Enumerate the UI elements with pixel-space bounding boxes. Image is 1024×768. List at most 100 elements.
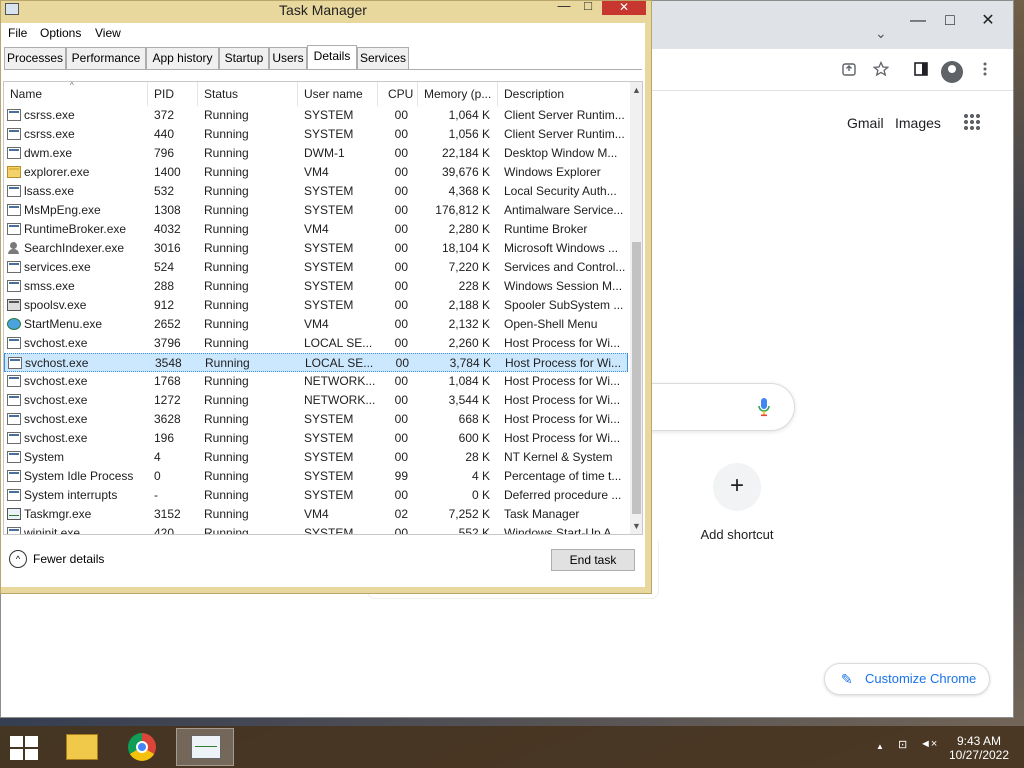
tab-app-history[interactable]: App history — [146, 47, 219, 69]
cell-description: Local Security Auth... — [504, 184, 617, 198]
table-row[interactable]: MsMpEng.exe 1308 Running SYSTEM 00 176,812 K A… — [4, 201, 628, 220]
table-row[interactable]: svchost.exe 3548 Running LOCAL SE... 00 3,784… — [4, 353, 628, 372]
google-apps-icon[interactable] — [963, 113, 981, 131]
maximize-button[interactable]: □ — [577, 0, 599, 15]
cell-description: Host Process for Wi... — [504, 336, 621, 350]
table-row[interactable]: System 4 Running SYSTEM 00 28 K NT Kernel & Sy… — [4, 448, 628, 467]
start-button-windows-icon[interactable] — [10, 736, 38, 760]
cell-description: Percentage of time t... — [504, 469, 622, 483]
table-row[interactable]: svchost.exe 1272 Running NETWORK... 00 3,544 … — [4, 391, 628, 410]
process-globe-icon — [7, 318, 21, 330]
volume-muted-icon[interactable]: ◄× — [920, 738, 937, 750]
cell-pid: 524 — [154, 260, 175, 274]
scrollbar-thumb[interactable] — [632, 242, 641, 514]
share-icon[interactable] — [837, 61, 861, 83]
table-row[interactable]: svchost.exe 3796 Running LOCAL SE... 00 2,260… — [4, 334, 628, 353]
vertical-scrollbar[interactable]: ▲ ▼ — [630, 82, 642, 534]
cell-status: Running — [204, 279, 249, 293]
table-row[interactable]: svchost.exe 196 Running SYSTEM 00 600 K Host P… — [4, 429, 628, 448]
table-row[interactable]: smss.exe 288 Running SYSTEM 00 228 K Windows S… — [4, 277, 628, 296]
column-header-status[interactable]: Status — [198, 82, 298, 106]
cell-cpu: 00 — [394, 260, 408, 274]
column-header-description[interactable]: Description — [498, 82, 628, 106]
cell-pid: 440 — [154, 127, 175, 141]
cell-pid: 1400 — [154, 165, 181, 179]
column-header-cpu[interactable]: CPU — [378, 82, 418, 106]
tab-processes[interactable]: Processes — [4, 47, 66, 69]
process-window-icon — [7, 280, 21, 292]
minimize-button[interactable]: — — [553, 0, 575, 15]
taskbar-chrome[interactable] — [114, 728, 172, 766]
side-panel-icon[interactable] — [909, 61, 933, 83]
cell-user-name: NETWORK... — [304, 393, 376, 407]
cell-status: Running — [204, 393, 249, 407]
table-row[interactable]: dwm.exe 796 Running DWM-1 00 22,184 K Desktop … — [4, 144, 628, 163]
column-header-pid[interactable]: PID — [148, 82, 198, 106]
cell-description: Windows Start-Up A... — [504, 526, 622, 535]
column-header-name[interactable]: Name — [4, 82, 148, 106]
network-icon[interactable]: ⊡ — [898, 738, 907, 751]
customize-chrome-button[interactable]: ✎ Customize Chrome — [824, 663, 990, 695]
tab-details[interactable]: Details — [307, 45, 357, 70]
cell-name: Taskmgr.exe — [24, 507, 92, 521]
cell-status: Running — [204, 469, 249, 483]
table-row[interactable]: csrss.exe 440 Running SYSTEM 00 1,056 K Client… — [4, 125, 628, 144]
column-header-user-name[interactable]: User name — [298, 82, 378, 106]
chrome-maximize-button[interactable]: □ — [933, 9, 967, 33]
tab-startup[interactable]: Startup — [219, 47, 269, 69]
cell-user-name: VM4 — [304, 507, 329, 521]
add-shortcut-button[interactable]: + — [713, 463, 761, 511]
table-row[interactable]: wininit.exe 420 Running SYSTEM 00 552 K Window… — [4, 524, 628, 535]
bookmark-star-icon[interactable] — [869, 60, 893, 83]
tab-users[interactable]: Users — [269, 47, 307, 69]
fewer-details-toggle[interactable]: ^ Fewer details — [7, 549, 104, 569]
taskbar-file-explorer[interactable] — [52, 728, 110, 766]
table-row[interactable]: System Idle Process 0 Running SYSTEM 99 4 K Pe… — [4, 467, 628, 486]
table-row[interactable]: Taskmgr.exe 3152 Running VM4 02 7,252 K Task M… — [4, 505, 628, 524]
cell-memory: 7,252 K — [448, 507, 490, 521]
cell-name: services.exe — [24, 260, 91, 274]
tab-search-chevron-icon[interactable]: ⌄ — [875, 25, 887, 42]
tab-performance[interactable]: Performance — [66, 47, 146, 69]
profile-avatar-icon[interactable] — [941, 61, 963, 83]
system-clock[interactable]: 9:43 AM 10/27/2022 — [940, 734, 1018, 762]
scroll-down-icon[interactable]: ▼ — [630, 518, 642, 534]
chrome-menu-icon[interactable] — [973, 61, 997, 83]
customize-chrome-label: Customize Chrome — [865, 671, 977, 686]
end-task-button[interactable]: End task — [551, 549, 635, 571]
menu-file[interactable]: File — [8, 26, 27, 40]
add-shortcut-label[interactable]: Add shortcut — [687, 527, 787, 542]
table-row[interactable]: lsass.exe 532 Running SYSTEM 00 4,368 K Local … — [4, 182, 628, 201]
scroll-up-icon[interactable]: ▲ — [630, 82, 642, 98]
table-row[interactable]: SearchIndexer.exe 3016 Running SYSTEM 00 18,1… — [4, 239, 628, 258]
table-row[interactable]: StartMenu.exe 2652 Running VM4 00 2,132 K Open… — [4, 315, 628, 334]
menu-view[interactable]: View — [95, 26, 121, 40]
gmail-link[interactable]: Gmail — [847, 115, 884, 131]
chrome-minimize-button[interactable]: — — [901, 9, 935, 33]
table-row[interactable]: svchost.exe 1768 Running NETWORK... 00 1,084 … — [4, 372, 628, 391]
table-row[interactable]: csrss.exe 372 Running SYSTEM 00 1,064 K Client… — [4, 106, 628, 125]
table-row[interactable]: explorer.exe 1400 Running VM4 00 39,676 K Wind… — [4, 163, 628, 182]
cell-user-name: SYSTEM — [304, 241, 354, 255]
cell-pid: 3796 — [154, 336, 181, 350]
table-row[interactable]: services.exe 524 Running SYSTEM 00 7,220 K Ser… — [4, 258, 628, 277]
cell-status: Running — [204, 298, 249, 312]
menu-options[interactable]: Options — [40, 26, 81, 40]
process-window-icon — [7, 147, 21, 159]
cell-status: Running — [204, 412, 249, 426]
voice-search-mic-icon[interactable] — [758, 397, 770, 417]
table-row[interactable]: spoolsv.exe 912 Running SYSTEM 00 2,188 K Spoo… — [4, 296, 628, 315]
images-link[interactable]: Images — [895, 115, 941, 131]
close-button[interactable]: ✕ — [602, 1, 646, 15]
tab-services[interactable]: Services — [357, 47, 409, 69]
table-row[interactable]: System interrupts - Running SYSTEM 00 0 K Defe… — [4, 486, 628, 505]
task-manager-titlebar[interactable]: Task Manager — □ ✕ — [1, 0, 651, 23]
show-hidden-icons-chevron-icon[interactable]: ▲ — [876, 742, 884, 751]
cell-name: RuntimeBroker.exe — [24, 222, 127, 236]
chrome-close-button[interactable]: ✕ — [971, 9, 1005, 33]
taskbar-task-manager[interactable] — [176, 728, 234, 766]
table-row[interactable]: RuntimeBroker.exe 4032 Running VM4 00 2,280 K… — [4, 220, 628, 239]
cell-status: Running — [204, 146, 249, 160]
column-header-memory[interactable]: Memory (p... — [418, 82, 498, 106]
table-row[interactable]: svchost.exe 3628 Running SYSTEM 00 668 K Host … — [4, 410, 628, 429]
